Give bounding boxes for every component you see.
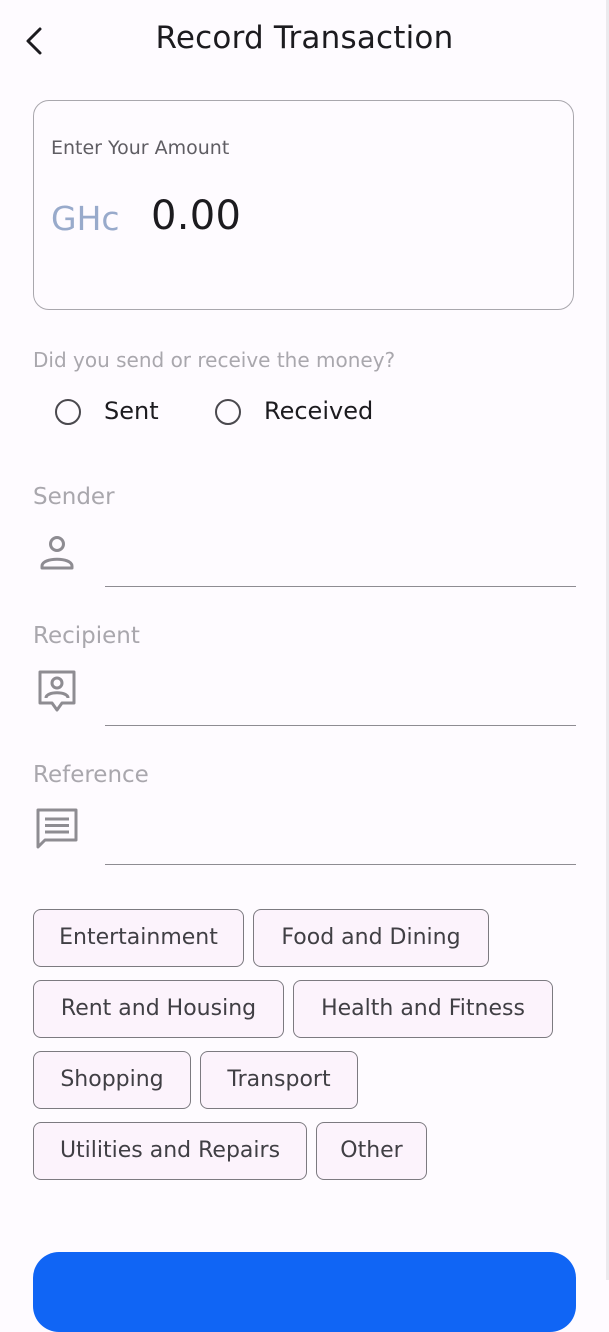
reference-input[interactable] bbox=[105, 815, 576, 865]
amount-input[interactable]: 0.00 bbox=[151, 193, 241, 239]
app-header: Record Transaction bbox=[0, 0, 609, 84]
reference-label: Reference bbox=[33, 762, 149, 788]
amount-card[interactable]: Enter Your Amount GHc 0.00 bbox=[33, 100, 574, 310]
person-icon bbox=[40, 536, 74, 570]
recipient-label: Recipient bbox=[33, 623, 140, 649]
page-title: Record Transaction bbox=[155, 20, 454, 56]
sender-label: Sender bbox=[33, 484, 115, 510]
message-icon bbox=[36, 808, 78, 849]
sender-input[interactable] bbox=[105, 537, 576, 587]
chip-rent-and-housing[interactable]: Rent and Housing bbox=[33, 980, 284, 1038]
recipient-input[interactable] bbox=[105, 676, 576, 726]
radio-circle-icon bbox=[55, 399, 81, 425]
radio-sent-label: Sent bbox=[104, 397, 159, 425]
chip-transport[interactable]: Transport bbox=[200, 1051, 358, 1109]
currency-label: GHc bbox=[51, 199, 120, 238]
chip-food-and-dining[interactable]: Food and Dining bbox=[253, 909, 489, 967]
amount-label: Enter Your Amount bbox=[51, 137, 230, 159]
chip-other[interactable]: Other bbox=[316, 1122, 427, 1180]
chip-shopping[interactable]: Shopping bbox=[33, 1051, 191, 1109]
chip-utilities-and-repairs[interactable]: Utilities and Repairs bbox=[33, 1122, 307, 1180]
radio-received[interactable]: Received bbox=[215, 396, 405, 430]
chip-health-and-fitness[interactable]: Health and Fitness bbox=[293, 980, 553, 1038]
radio-sent[interactable]: Sent bbox=[55, 396, 195, 430]
radio-circle-icon bbox=[215, 399, 241, 425]
submit-button[interactable] bbox=[33, 1252, 576, 1332]
chip-entertainment[interactable]: Entertainment bbox=[33, 909, 244, 967]
contact-card-icon bbox=[38, 670, 76, 712]
radio-received-label: Received bbox=[264, 397, 374, 425]
direction-question: Did you send or receive the money? bbox=[33, 348, 396, 372]
